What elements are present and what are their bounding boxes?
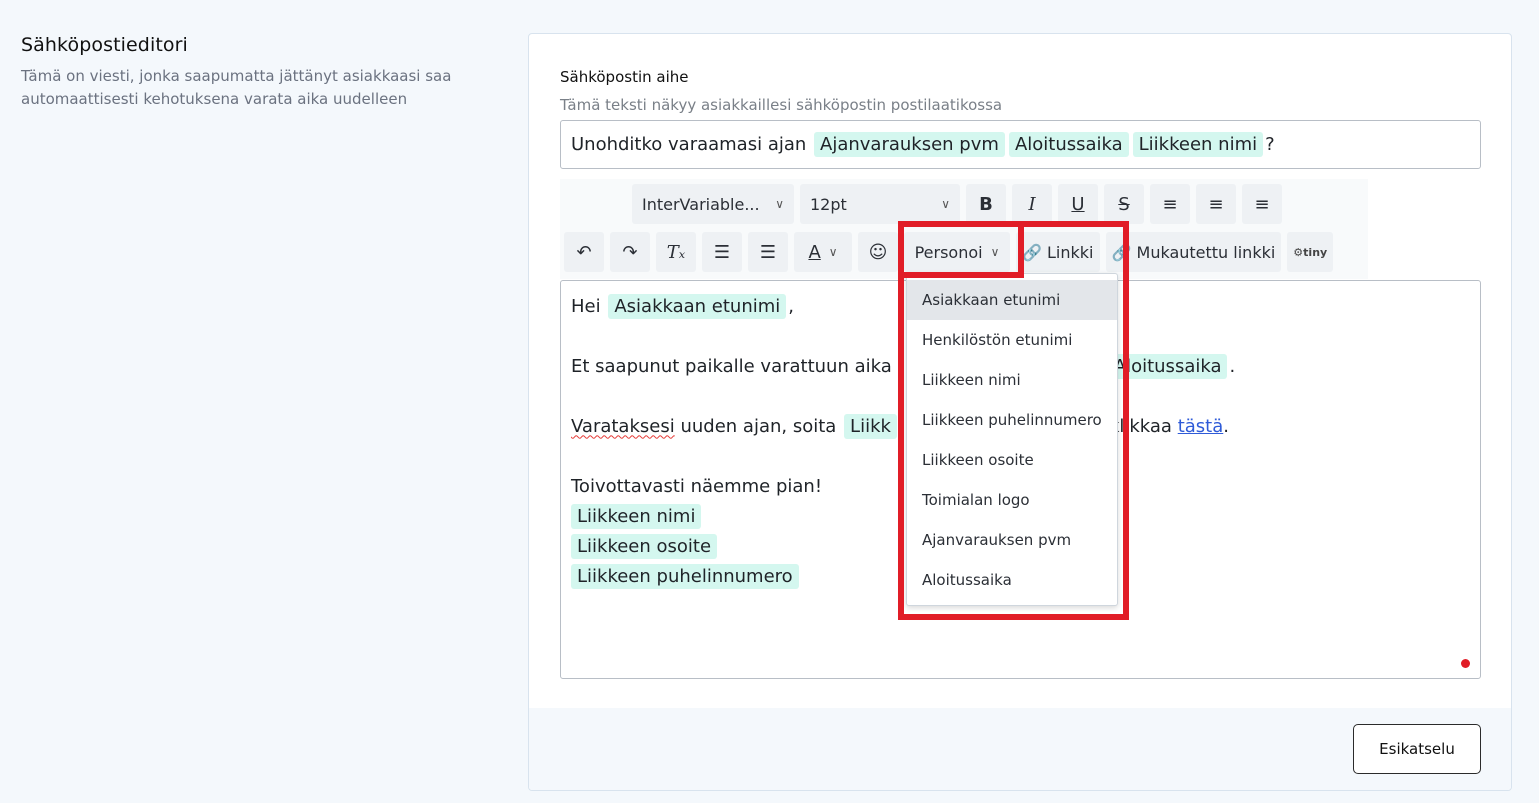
preview-button[interactable]: Esikatselu bbox=[1353, 724, 1481, 774]
align-center-icon: ≡ bbox=[1208, 193, 1224, 215]
font-size-select[interactable]: 12pt ∨ bbox=[800, 184, 960, 224]
tag-business-phone-partial[interactable]: Liikk bbox=[844, 413, 897, 439]
emoji-icon: ☺ bbox=[868, 241, 888, 263]
editor-text: Toivottavasti näemme pian! bbox=[571, 475, 823, 497]
editor-text: Et saapunut paikalle varattuun aika bbox=[571, 355, 892, 377]
chevron-down-icon: ∨ bbox=[941, 197, 950, 211]
editor-text: uuden ajan, soita bbox=[680, 415, 837, 437]
clear-formatting-icon: Tₓ bbox=[666, 241, 686, 263]
tag-customer-first-name[interactable]: Asiakkaan etunimi bbox=[608, 293, 787, 319]
subject-suffix: ? bbox=[1265, 134, 1275, 155]
clear-formatting-button[interactable]: Tₓ bbox=[656, 232, 696, 272]
font-family-value: InterVariable... bbox=[642, 194, 760, 214]
editor-text: Hei bbox=[571, 295, 601, 317]
redo-icon: ↷ bbox=[622, 241, 638, 263]
card-footer: Esikatselu bbox=[529, 708, 1511, 790]
section-description-line: automaattisesti kehotuksena varata aika … bbox=[21, 90, 408, 108]
editor-text: . bbox=[1229, 355, 1236, 377]
strikethrough-button[interactable]: S bbox=[1104, 184, 1144, 224]
chevron-down-icon: ∨ bbox=[828, 245, 838, 259]
numbered-list-button[interactable]: ☰ bbox=[702, 232, 742, 272]
align-center-button[interactable]: ≡ bbox=[1196, 184, 1236, 224]
section-header: Sähköpostieditori Tämä on viesti, jonka … bbox=[21, 34, 511, 111]
status-dot bbox=[1461, 659, 1470, 668]
align-left-button[interactable]: ≡ bbox=[1150, 184, 1190, 224]
misspelled-word[interactable]: Varataksesi bbox=[571, 416, 675, 437]
align-right-button[interactable]: ≡ bbox=[1242, 184, 1282, 224]
highlight-frame-personalize bbox=[898, 221, 1024, 278]
tag-business-phone[interactable]: Liikkeen puhelinnumero bbox=[571, 563, 799, 589]
subject-text: Unohditko varaamasi ajan bbox=[571, 134, 807, 155]
tag-business-address[interactable]: Liikkeen osoite bbox=[571, 533, 718, 559]
subject-tag-start-time[interactable]: Aloitussaika bbox=[1008, 132, 1129, 157]
align-right-icon: ≡ bbox=[1254, 193, 1270, 215]
subject-tag-business-name[interactable]: Liikkeen nimi bbox=[1132, 132, 1264, 157]
font-size-value: 12pt bbox=[810, 194, 847, 214]
section-description-line: Tämä on viesti, jonka saapumatta jättäny… bbox=[21, 67, 452, 85]
tiny-logo[interactable]: ⚙ tiny bbox=[1287, 232, 1334, 272]
here-link[interactable]: tästä bbox=[1178, 416, 1224, 437]
section-description: Tämä on viesti, jonka saapumatta jättäny… bbox=[21, 65, 511, 111]
editor-text: , bbox=[788, 295, 795, 317]
text-color-button[interactable]: A ∨ bbox=[794, 232, 852, 272]
chevron-down-icon: ∨ bbox=[775, 197, 784, 211]
bullet-list-button[interactable]: ☰ bbox=[748, 232, 788, 272]
highlight-frame-dropdown bbox=[898, 221, 1129, 620]
align-left-icon: ≡ bbox=[1162, 193, 1178, 215]
italic-button[interactable]: I bbox=[1012, 184, 1052, 224]
tiny-label: tiny bbox=[1303, 245, 1328, 259]
custom-link-label: Mukautettu linkki bbox=[1136, 242, 1276, 262]
underline-button[interactable]: U bbox=[1058, 184, 1098, 224]
subject-help-text: Tämä teksti näkyy asiakkaillesi sähköpos… bbox=[560, 96, 1003, 114]
undo-icon: ↶ bbox=[576, 241, 592, 263]
subject-input[interactable]: Unohditko varaamasi ajan Ajanvarauksen p… bbox=[560, 120, 1481, 169]
section-title: Sähköpostieditori bbox=[21, 34, 188, 56]
tiny-icon: ⚙ bbox=[1293, 245, 1304, 259]
custom-link-button[interactable]: 🔗 Mukautettu linkki bbox=[1105, 232, 1282, 272]
bullet-list-icon: ☰ bbox=[759, 241, 777, 263]
numbered-list-icon: ☰ bbox=[713, 241, 731, 263]
bold-button[interactable]: B bbox=[966, 184, 1006, 224]
redo-button[interactable]: ↷ bbox=[610, 232, 650, 272]
undo-button[interactable]: ↶ bbox=[564, 232, 604, 272]
emoji-button[interactable]: ☺ bbox=[858, 232, 898, 272]
subject-label: Sähköpostin aihe bbox=[560, 68, 689, 86]
text-color-icon: A bbox=[808, 241, 821, 263]
editor-text: . bbox=[1223, 415, 1229, 437]
tag-business-name[interactable]: Liikkeen nimi bbox=[571, 503, 702, 529]
font-family-select[interactable]: InterVariable... ∨ bbox=[632, 184, 794, 224]
subject-tag-date[interactable]: Ajanvarauksen pvm bbox=[814, 132, 1005, 157]
